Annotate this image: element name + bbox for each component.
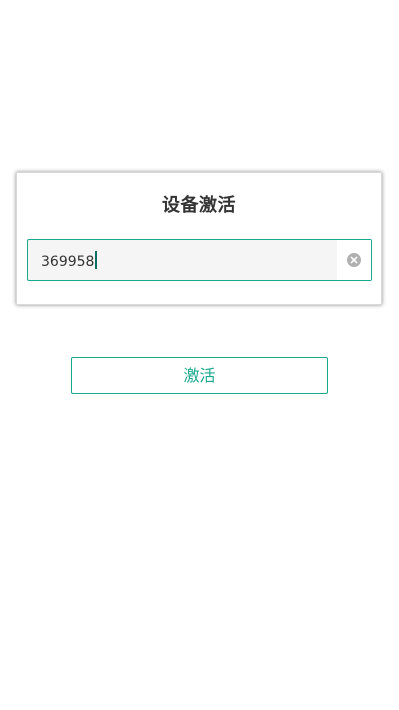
clear-circle-icon[interactable] bbox=[347, 253, 361, 267]
activation-dialog: 设备激活 369958 bbox=[16, 172, 382, 305]
dialog-title: 设备激活 bbox=[162, 195, 236, 216]
activation-screen: 设备激活 369958 激活 bbox=[0, 0, 399, 710]
text-caret bbox=[95, 251, 98, 269]
activation-code-input[interactable]: 369958 bbox=[27, 239, 372, 281]
activation-code-value: 369958 bbox=[41, 254, 95, 270]
activation-code-value-wrap: 369958 bbox=[41, 251, 98, 272]
clear-button[interactable] bbox=[337, 240, 371, 280]
activate-button[interactable]: 激活 bbox=[71, 357, 328, 394]
